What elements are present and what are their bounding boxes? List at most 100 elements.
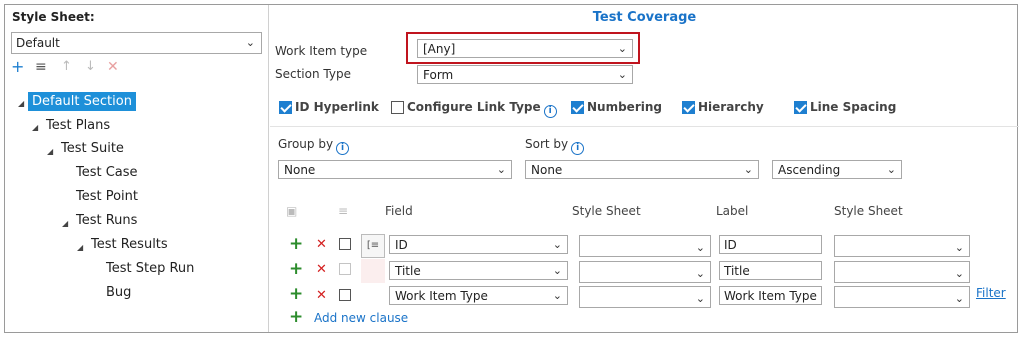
line-spacing-checkbox[interactable] [794,101,807,114]
row-checkbox[interactable] [339,289,351,301]
sort-by-text: Sort by [525,137,569,151]
chevron-down-icon: ⌄ [695,292,705,305]
delete-row-icon[interactable]: ✕ [316,238,327,252]
tree-item-test-suite[interactable]: Test Suite [61,141,124,156]
info-icon[interactable]: i [571,142,585,155]
field-value: ID [395,238,408,252]
label-input[interactable]: Title [719,261,822,280]
add-row-icon[interactable]: + [289,261,303,278]
sort-by-label: Sort by i [525,137,585,155]
collapse-icon[interactable]: ◢ [47,147,53,156]
insert-child-icon[interactable]: ≡ [35,58,47,76]
chevron-down-icon: ⌄ [695,267,705,280]
chevron-down-icon: ⌄ [886,163,896,176]
numbering-label: Numbering [587,100,662,114]
chevron-down-icon: ⌄ [617,42,627,55]
work-item-type-label: Work Item type [275,44,368,58]
section-type-select[interactable]: Form ⌄ [417,65,633,84]
column-header-field: Field [385,204,413,218]
table-row[interactable]: Title ⌄ [389,261,568,280]
style-sheet-select[interactable]: ⌄ [834,286,970,308]
indent-icon[interactable]: ≡ [338,204,348,218]
field-value: Title [395,264,421,278]
id-hyperlink-checkbox[interactable] [279,101,292,114]
group-by-select[interactable]: None ⌄ [278,160,512,179]
collapse-icon[interactable]: ◢ [62,219,68,228]
chevron-down-icon: ⌄ [552,238,562,251]
chevron-down-icon: ⌄ [496,163,506,176]
style-sheet-label: Style Sheet: [12,10,95,24]
style-sheet-select[interactable]: ⌄ [834,261,970,283]
numbering-checkbox[interactable] [571,101,584,114]
table-row[interactable]: Work Item Type ⌄ [389,286,568,305]
tree-item-test-plans[interactable]: Test Plans [46,118,110,133]
chevron-down-icon: ⌄ [552,264,562,277]
style-sheet-select[interactable]: ⌄ [579,286,711,308]
work-item-type-select[interactable]: [Any] ⌄ [417,39,633,58]
tree-item-test-point[interactable]: Test Point [76,189,138,204]
info-icon[interactable]: i [543,105,557,118]
style-sheet-pane: Style Sheet: Default ⌄ + ≡ ↑ ↓ ✕ ◢ Defau… [5,5,269,332]
hierarchy-label: Hierarchy [698,100,764,114]
label-input[interactable]: Work Item Type [719,286,822,305]
move-down-icon[interactable]: ↓ [85,58,96,76]
filter-link[interactable]: Filter [976,286,1006,300]
chevron-down-icon: ⌄ [695,241,705,254]
add-icon[interactable]: + [11,58,24,76]
info-icon[interactable]: i [336,142,350,155]
sort-by-select[interactable]: None ⌄ [525,160,759,179]
move-up-icon[interactable]: ↑ [61,58,72,76]
chevron-down-icon: ⌄ [617,68,627,81]
sort-by-value: None [531,163,563,177]
style-sheet-select[interactable]: Default ⌄ [11,32,262,54]
style-sheet-select[interactable]: ⌄ [579,235,711,257]
row-checkbox[interactable] [339,238,351,250]
hierarchy-checkbox[interactable] [682,101,695,114]
row-checkbox[interactable] [339,263,351,275]
section-title: Test Coverage [592,10,697,25]
delete-row-icon[interactable]: ✕ [316,263,327,277]
group-by-value: None [284,163,316,177]
table-row[interactable]: ID ⌄ [389,235,568,254]
sort-order-value: Ascending [778,163,841,177]
chevron-down-icon: ⌄ [552,289,562,302]
add-new-clause-link[interactable]: Add new clause [314,311,408,325]
list-format-icon[interactable]: [≡ [361,234,385,258]
section-type-label: Section Type [275,67,351,81]
id-hyperlink-label: ID Hyperlink [295,100,379,114]
style-sheet-value: Default [16,36,60,50]
line-spacing-label: Line Spacing [810,100,897,114]
tree-item-test-case[interactable]: Test Case [76,165,138,180]
column-header-label: Label [716,204,749,218]
tree-item-bug[interactable]: Bug [106,285,131,300]
collapse-icon[interactable]: ◢ [32,123,38,132]
label-input[interactable]: ID [719,235,822,254]
section-properties-pane: Test Coverage Work Item type [Any] ⌄ Sec… [270,5,1019,332]
delete-row-icon[interactable]: ✕ [316,289,327,303]
chevron-down-icon: ⌄ [954,267,964,280]
work-item-type-value: [Any] [423,42,456,56]
sort-order-select[interactable]: Ascending ⌄ [772,160,902,179]
column-header-style-sheet: Style Sheet [572,204,641,218]
table-icon[interactable]: ▣ [286,204,297,218]
group-by-text: Group by [278,137,334,151]
tree-item-test-runs[interactable]: Test Runs [76,213,137,228]
add-row-icon[interactable]: + [289,286,303,303]
configure-link-type-checkbox[interactable] [391,101,404,114]
row-marker [361,259,385,283]
collapse-icon[interactable]: ◢ [77,243,83,252]
add-row-icon[interactable]: + [289,236,303,253]
tree-item-test-step-run[interactable]: Test Step Run [106,261,194,276]
add-clause-icon[interactable]: + [289,309,303,326]
style-sheet-select[interactable]: ⌄ [834,235,970,257]
style-sheet-select[interactable]: ⌄ [579,261,711,283]
field-value: Work Item Type [395,289,488,303]
tree-item-default-section[interactable]: Default Section [28,92,136,111]
group-by-label: Group by i [278,137,350,155]
configure-link-type-text: Configure Link Type [407,100,541,114]
collapse-icon[interactable]: ◢ [18,99,24,108]
delete-icon[interactable]: ✕ [107,58,119,76]
chevron-down-icon: ⌄ [743,163,753,176]
chevron-down-icon: ⌄ [245,36,255,49]
tree-item-test-results[interactable]: Test Results [91,237,168,252]
